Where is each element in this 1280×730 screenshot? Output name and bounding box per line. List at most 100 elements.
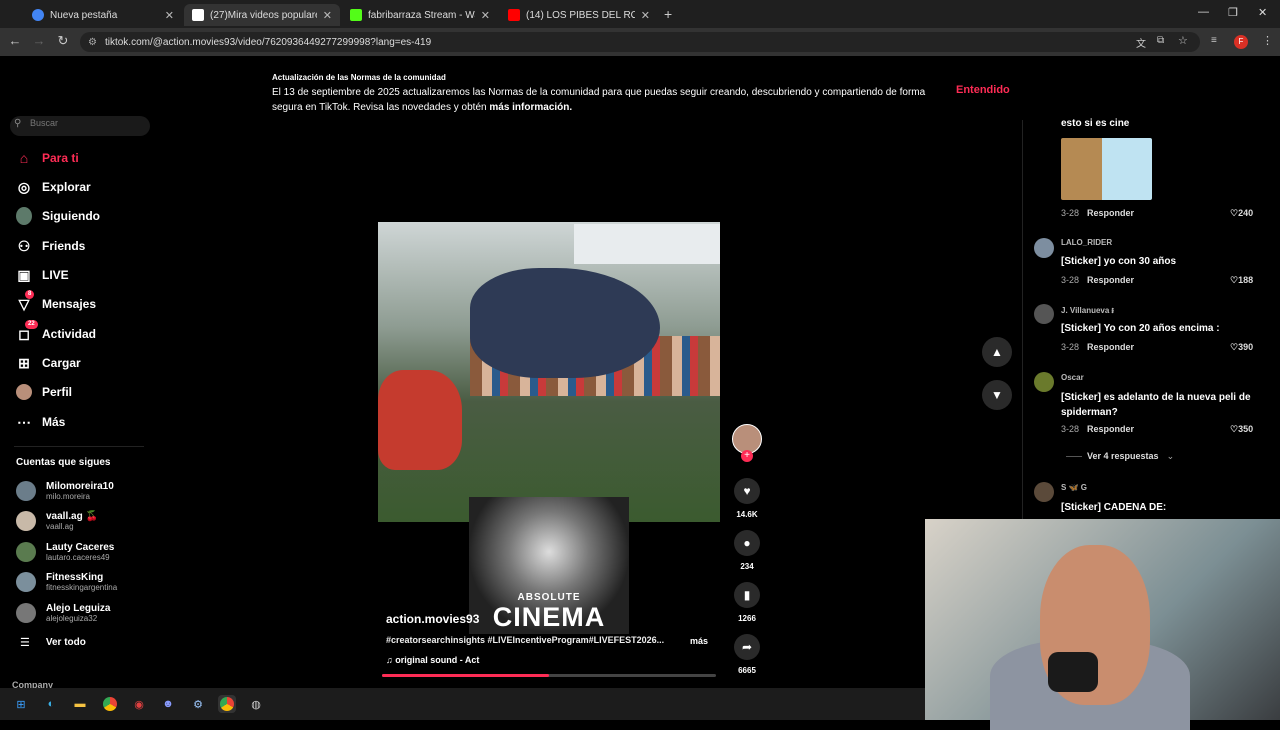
sidebar-item-para-ti[interactable]: ⌂ Para ti xyxy=(16,148,79,168)
address-bar[interactable]: ⚙ tiktok.com/@action.movies93/video/7620… xyxy=(80,32,1200,52)
sidebar-item-perfil[interactable]: Perfil xyxy=(16,382,72,402)
sidebar-item-label: Mensajes xyxy=(42,297,97,311)
close-tab-icon[interactable]: ✕ xyxy=(165,9,174,22)
reload-icon[interactable]: ↻ xyxy=(54,33,72,49)
tab-title: Nueva pestaña xyxy=(50,9,118,21)
tab-kick[interactable]: fabribarraza Stream - Watch Li ✕ xyxy=(342,4,498,26)
followed-account[interactable]: Milomoreira10 milo.moreira xyxy=(16,481,114,501)
chrome-taskbar-icon[interactable] xyxy=(101,695,119,713)
comment-count: 234 xyxy=(740,562,754,571)
sidebar-item-cargar[interactable]: ⊞ Cargar xyxy=(16,353,81,373)
minimize-icon[interactable]: — xyxy=(1198,6,1209,18)
reply-button[interactable]: Responder xyxy=(1087,208,1134,218)
share-button[interactable]: ➦ 6665 xyxy=(733,634,761,675)
comment-text: [Sticker] Yo con 20 años encima : xyxy=(1061,323,1220,334)
reply-button[interactable]: Responder xyxy=(1087,275,1134,285)
followed-account[interactable]: FitnessKing fitnesskingargentina xyxy=(16,572,117,592)
banner-link[interactable]: más información. xyxy=(489,102,572,113)
sidebar-item-friends[interactable]: ⚇ Friends xyxy=(16,236,86,256)
comment-avatar[interactable] xyxy=(1034,372,1054,392)
install-icon[interactable]: ⧉ xyxy=(1157,35,1164,46)
replies-line xyxy=(1066,456,1082,457)
profile-avatar[interactable]: F xyxy=(1234,35,1248,49)
comment-date: 3-28 xyxy=(1061,208,1080,218)
followed-account[interactable]: Lauty Caceres lautaro.caceres49 xyxy=(16,542,114,562)
tab-title: (27)Mira videos populares xyxy=(210,9,317,21)
next-video-button[interactable]: ▼ xyxy=(982,380,1012,410)
comment-avatar[interactable] xyxy=(1034,304,1054,324)
back-icon[interactable]: ← xyxy=(6,33,24,48)
youtube-icon xyxy=(508,9,520,21)
comment-avatar[interactable] xyxy=(1034,482,1054,502)
previous-video-button[interactable]: ▲ xyxy=(982,337,1012,367)
like-button[interactable]: ♥ 14.6K xyxy=(733,478,761,519)
save-button[interactable]: ▮ 1266 xyxy=(733,582,761,623)
sidebar-item-siguiendo[interactable]: Siguiendo xyxy=(16,206,100,226)
community-guidelines-banner: Actualización de las Normas de la comuni… xyxy=(272,70,932,115)
comment-like-count: 350 xyxy=(1238,424,1254,434)
close-tab-icon[interactable]: ✕ xyxy=(641,9,650,22)
followed-account[interactable]: Alejo Leguiza alejoleguiza32 xyxy=(16,603,110,623)
close-tab-icon[interactable]: ✕ xyxy=(481,9,490,22)
followed-account[interactable]: vaall.ag 🍒 vaall.ag xyxy=(16,511,98,531)
dismiss-banner-button[interactable]: Entendido xyxy=(956,84,1010,96)
comment-like[interactable]: ♡188 xyxy=(1230,275,1253,286)
reply-button[interactable]: Responder xyxy=(1087,342,1134,352)
reading-list-icon[interactable]: ≡ xyxy=(1211,35,1217,46)
chrome-active-taskbar-icon[interactable] xyxy=(218,695,236,713)
comment-image[interactable] xyxy=(1061,138,1152,200)
windows-start-icon[interactable]: ⊞ xyxy=(12,695,30,713)
sidebar-item-label: Friends xyxy=(42,239,86,253)
app-icon[interactable]: ◉ xyxy=(130,695,148,713)
obs-icon[interactable]: ◍ xyxy=(247,695,265,713)
site-info-icon[interactable]: ⚙ xyxy=(88,37,97,48)
comment-username[interactable]: J. Villanueva ៛ xyxy=(1061,305,1114,317)
follow-plus-icon[interactable]: + xyxy=(741,450,753,462)
comment-username[interactable]: Oscar xyxy=(1061,373,1084,382)
account-name: Lauty Caceres xyxy=(46,542,115,553)
share-icon: ➦ xyxy=(734,634,760,660)
translate-icon[interactable]: 文 xyxy=(1136,35,1146,50)
video-sound[interactable]: ♫ original sound - Act xyxy=(386,655,479,665)
sidebar-item-actividad[interactable]: ◻ 22 Actividad xyxy=(16,320,96,344)
bookmark-star-icon[interactable]: ☆ xyxy=(1178,34,1188,47)
edge-icon[interactable]: ◐ xyxy=(42,695,60,713)
maximize-icon[interactable]: ❐ xyxy=(1228,6,1238,19)
tab-tiktok[interactable]: (27)Mira videos populares ✕ xyxy=(184,4,340,26)
comment-avatar[interactable] xyxy=(1034,238,1054,258)
tab-youtube[interactable]: (14) LOS PIBES DEL ROJO ARM ✕ xyxy=(500,4,658,26)
sidebar-item-mas[interactable]: ⋯ Más xyxy=(16,412,65,432)
video-author[interactable]: action.movies93 xyxy=(386,612,479,626)
comment-like[interactable]: ♡350 xyxy=(1230,424,1253,435)
sidebar-item-label: Cargar xyxy=(42,356,81,370)
upload-icon: ⊞ xyxy=(18,354,30,371)
steam-icon[interactable]: ⚙ xyxy=(189,695,207,713)
tab-new-tab[interactable]: Nueva pestaña ✕ xyxy=(24,4,182,26)
new-tab-button[interactable]: + xyxy=(664,6,672,22)
sidebar-item-label: LIVE xyxy=(42,268,69,282)
view-replies-button[interactable]: Ver 4 respuestas ⌄ xyxy=(1087,451,1174,462)
comment-button[interactable]: ● 234 xyxy=(733,530,761,571)
file-explorer-icon[interactable]: ▬ xyxy=(71,695,89,713)
menu-kebab-icon[interactable]: ⋮ xyxy=(1262,34,1273,47)
comment-like[interactable]: ♡240 xyxy=(1230,208,1253,219)
comment-username[interactable]: LALO_RIDER xyxy=(1061,238,1112,247)
reply-button[interactable]: Responder xyxy=(1087,424,1134,434)
sidebar-item-mensajes[interactable]: ▽ 8 Mensajes xyxy=(16,290,97,314)
heart-outline-icon: ♡ xyxy=(1230,208,1239,218)
sidebar-item-label: Explorar xyxy=(42,180,91,194)
sidebar-item-label: Siguiendo xyxy=(42,209,100,223)
see-all-button[interactable]: ☰ Ver todo xyxy=(16,636,86,649)
comment-username[interactable]: S 🦋 G xyxy=(1061,483,1087,492)
account-name: vaall.ag 🍒 xyxy=(46,511,98,522)
close-tab-icon[interactable]: ✕ xyxy=(323,9,332,22)
forward-icon[interactable]: → xyxy=(30,33,48,48)
search-input[interactable]: Buscar xyxy=(10,116,150,136)
video-hashtags[interactable]: #creatorsearchinsights #LIVEIncentivePro… xyxy=(386,635,686,645)
sidebar-item-live[interactable]: ▣ LIVE xyxy=(16,265,69,285)
close-window-icon[interactable]: ✕ xyxy=(1258,6,1267,19)
expand-description-button[interactable]: más xyxy=(690,636,708,646)
discord-icon[interactable]: ☻ xyxy=(159,695,177,713)
sidebar-item-explorar[interactable]: ◎ Explorar xyxy=(16,177,91,197)
comment-like[interactable]: ♡390 xyxy=(1230,342,1253,353)
